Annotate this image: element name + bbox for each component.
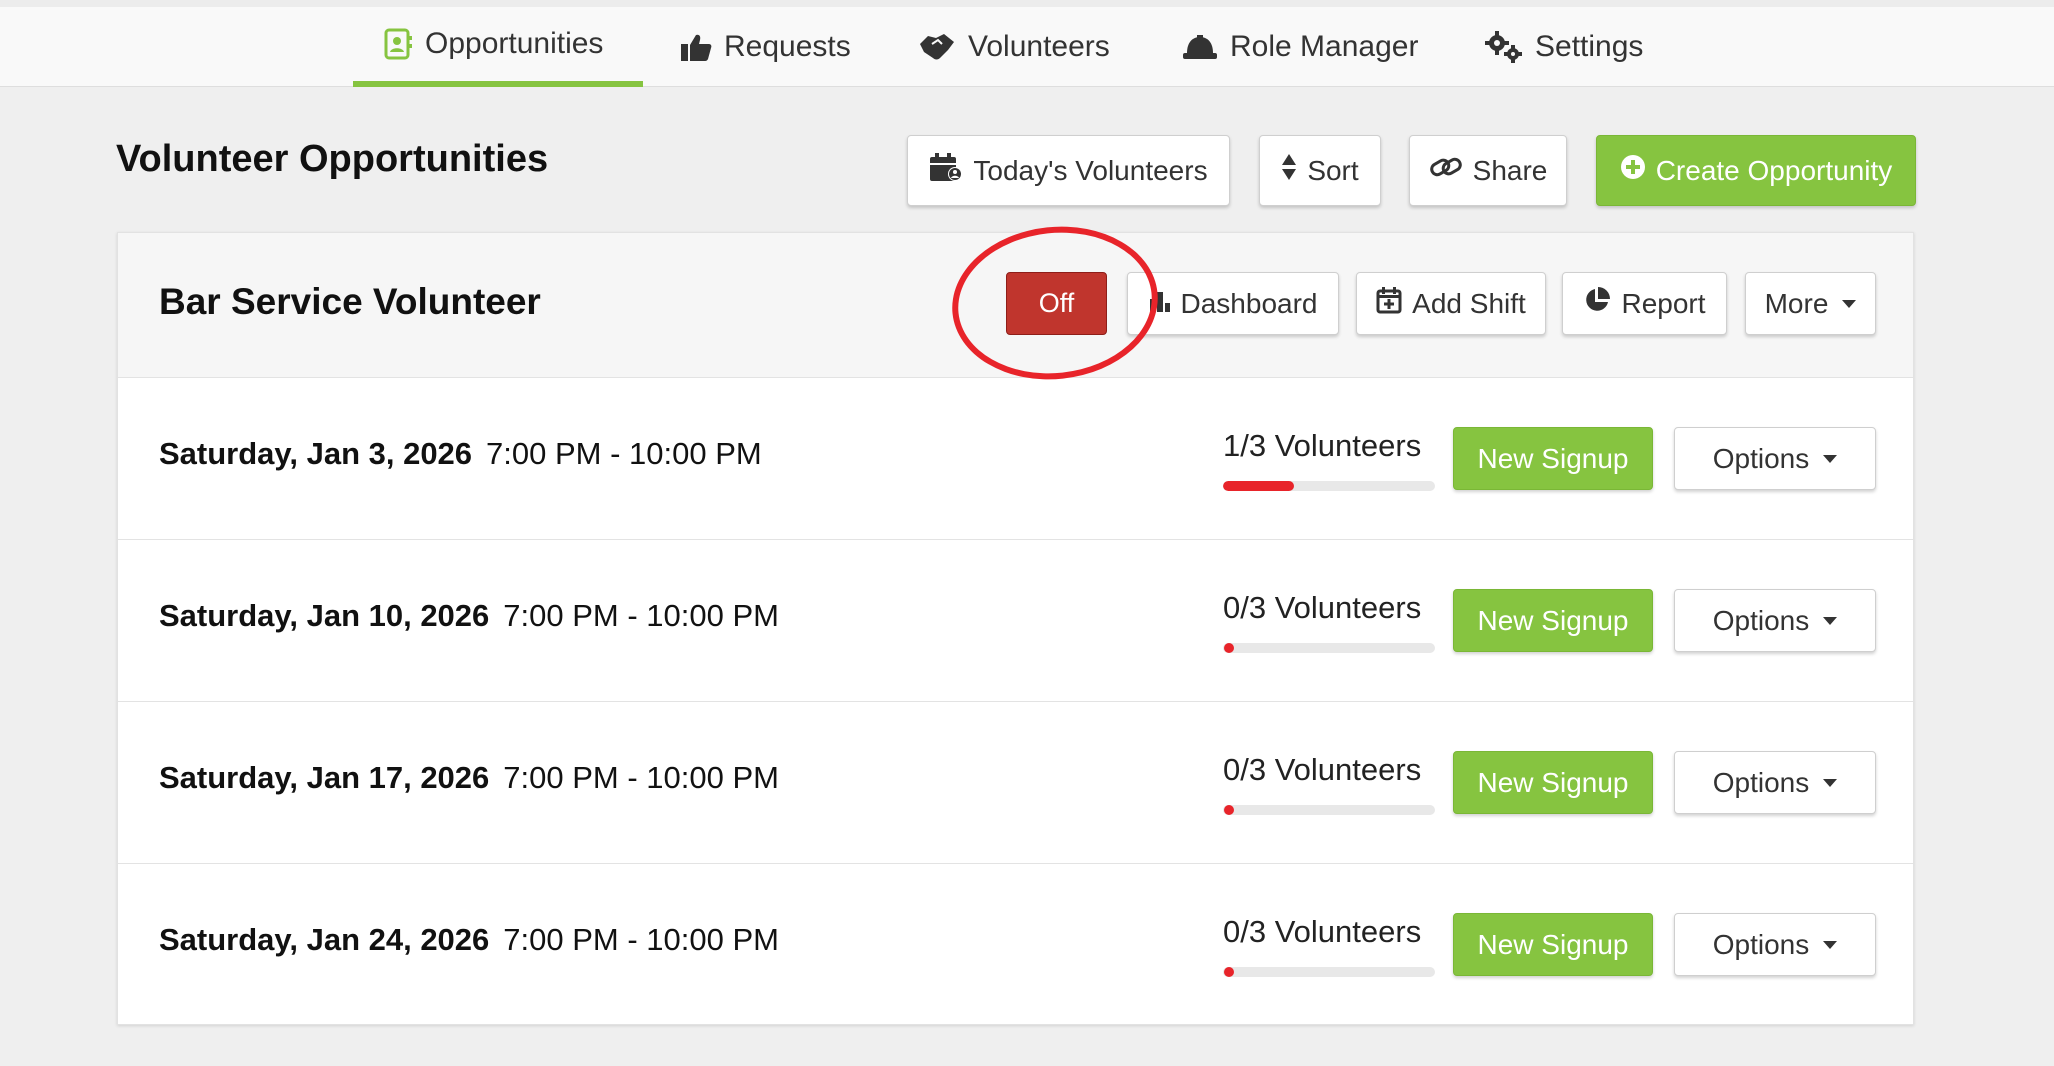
todays-volunteers-button[interactable]: Today's Volunteers <box>907 135 1230 206</box>
tab-settings[interactable]: Settings <box>1485 7 1643 87</box>
shift-date: Saturday, Jan 10, 2026 <box>159 598 490 633</box>
hard-hat-icon <box>1182 33 1218 61</box>
shift-time: 7:00 PM - 10:00 PM <box>503 922 779 957</box>
new-signup-label: New Signup <box>1477 442 1629 474</box>
volunteer-progress-empty-dot <box>1224 805 1234 815</box>
volunteer-progress-bar <box>1223 481 1435 491</box>
opportunity-card: Bar Service Volunteer Dashboard Off Add … <box>117 232 1914 1025</box>
volunteer-count: 1/3 Volunteers <box>1223 428 1422 463</box>
volunteer-progress-fill <box>1223 481 1294 491</box>
tab-requests-label: Requests <box>724 30 851 63</box>
new-signup-button[interactable]: New Signup <box>1453 751 1653 814</box>
new-signup-label: New Signup <box>1477 604 1629 636</box>
volunteer-count: 0/3 Volunteers <box>1223 590 1422 625</box>
sort-icon <box>1281 153 1297 188</box>
report-button[interactable]: Report <box>1562 272 1727 335</box>
shift-row: Saturday, Jan 17, 2026 7:00 PM - 10:00 PM… <box>118 702 1913 864</box>
contact-book-icon <box>383 28 413 60</box>
shift-list: Saturday, Jan 3, 2026 7:00 PM - 10:00 PM 1… <box>118 378 1913 1026</box>
tab-opportunities-label: Opportunities <box>425 27 604 60</box>
volunteer-progress-bar <box>1223 643 1435 653</box>
new-signup-button[interactable]: New Signup <box>1453 427 1653 490</box>
shift-time: 7:00 PM - 10:00 PM <box>503 598 779 633</box>
handshake-icon <box>918 32 956 62</box>
gears-icon <box>1485 31 1523 63</box>
tab-opportunities[interactable]: Opportunities <box>353 7 643 87</box>
tab-role-manager-label: Role Manager <box>1230 30 1419 63</box>
create-opportunity-button[interactable]: Create Opportunity <box>1596 135 1916 206</box>
opportunity-header: Bar Service Volunteer Dashboard Off Add … <box>118 233 1913 378</box>
tab-settings-label: Settings <box>1535 30 1644 63</box>
tab-requests[interactable]: Requests <box>680 7 851 87</box>
opportunity-toggle-off[interactable]: Off <box>1006 272 1107 335</box>
create-opportunity-label: Create Opportunity <box>1655 154 1893 186</box>
pie-chart-icon <box>1583 286 1611 321</box>
toggle-off-label: Off <box>1038 288 1075 318</box>
share-button[interactable]: Share <box>1409 135 1567 206</box>
todays-volunteers-label: Today's Volunteers <box>973 154 1208 186</box>
dashboard-label: Dashboard <box>1180 287 1318 319</box>
caret-down-icon <box>1842 299 1857 308</box>
new-signup-button[interactable]: New Signup <box>1453 913 1653 976</box>
bar-chart-icon <box>1149 288 1171 320</box>
new-signup-label: New Signup <box>1477 928 1629 960</box>
more-label: More <box>1764 287 1829 319</box>
shift-row: Saturday, Jan 10, 2026 7:00 PM - 10:00 PM… <box>118 540 1913 702</box>
shift-time: 7:00 PM - 10:00 PM <box>486 436 762 471</box>
volunteer-progress-empty-dot <box>1224 967 1234 977</box>
sort-label: Sort <box>1307 154 1359 186</box>
calendar-user-icon <box>929 152 963 189</box>
link-icon <box>1429 154 1463 187</box>
more-dropdown[interactable]: More <box>1745 272 1876 335</box>
top-navigation: Opportunities Requests Volunteers Role M… <box>0 0 2054 87</box>
shift-datetime: Saturday, Jan 17, 2026 7:00 PM - 10:00 PM <box>159 760 779 796</box>
options-dropdown[interactable]: Options <box>1674 751 1876 814</box>
opportunity-title: Bar Service Volunteer <box>159 281 541 322</box>
report-label: Report <box>1621 287 1706 319</box>
new-signup-button[interactable]: New Signup <box>1453 589 1653 652</box>
volunteer-progress-empty-dot <box>1224 643 1234 653</box>
caret-down-icon <box>1823 940 1838 949</box>
options-dropdown[interactable]: Options <box>1674 427 1876 490</box>
shift-datetime: Saturday, Jan 24, 2026 7:00 PM - 10:00 PM <box>159 922 779 958</box>
options-label: Options <box>1712 928 1810 960</box>
options-label: Options <box>1712 604 1810 636</box>
shift-date: Saturday, Jan 24, 2026 <box>159 922 490 957</box>
shift-row: Saturday, Jan 24, 2026 7:00 PM - 10:00 PM… <box>118 864 1913 1026</box>
shift-datetime: Saturday, Jan 3, 2026 7:00 PM - 10:00 PM <box>159 436 762 472</box>
calendar-plus-icon <box>1376 286 1402 321</box>
volunteer-count: 0/3 Volunteers <box>1223 752 1422 787</box>
shift-time: 7:00 PM - 10:00 PM <box>503 760 779 795</box>
share-label: Share <box>1472 154 1548 186</box>
add-shift-button[interactable]: Add Shift <box>1356 272 1546 335</box>
shift-datetime: Saturday, Jan 10, 2026 7:00 PM - 10:00 PM <box>159 598 779 634</box>
new-signup-label: New Signup <box>1477 766 1629 798</box>
add-shift-label: Add Shift <box>1412 287 1526 319</box>
options-label: Options <box>1712 442 1810 474</box>
shift-row: Saturday, Jan 3, 2026 7:00 PM - 10:00 PM 1… <box>118 378 1913 540</box>
volunteer-progress-bar <box>1223 805 1435 815</box>
shift-date: Saturday, Jan 17, 2026 <box>159 760 490 795</box>
options-dropdown[interactable]: Options <box>1674 589 1876 652</box>
shift-date: Saturday, Jan 3, 2026 <box>159 436 473 471</box>
tab-role-manager[interactable]: Role Manager <box>1182 7 1418 87</box>
caret-down-icon <box>1823 778 1838 787</box>
volunteer-count: 0/3 Volunteers <box>1223 914 1422 949</box>
caret-down-icon <box>1823 454 1838 463</box>
tab-volunteers[interactable]: Volunteers <box>918 7 1110 87</box>
page-title: Volunteer Opportunities <box>116 138 549 180</box>
options-dropdown[interactable]: Options <box>1674 913 1876 976</box>
tab-volunteers-label: Volunteers <box>968 30 1110 63</box>
options-label: Options <box>1712 766 1810 798</box>
caret-down-icon <box>1823 616 1838 625</box>
plus-circle-icon <box>1620 154 1646 187</box>
dashboard-button[interactable]: Dashboard <box>1127 272 1339 335</box>
thumbs-up-icon <box>680 32 712 62</box>
volunteer-progress-bar <box>1223 967 1435 977</box>
sort-button[interactable]: Sort <box>1259 135 1381 206</box>
